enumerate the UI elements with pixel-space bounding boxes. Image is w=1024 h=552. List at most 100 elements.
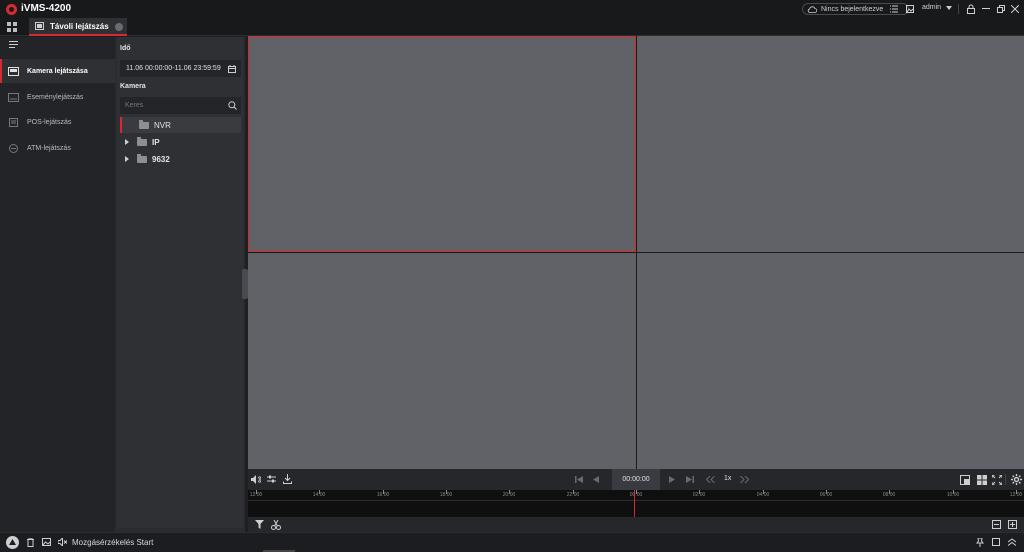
folder-icon (137, 136, 147, 146)
layout-grid-icon[interactable] (977, 475, 987, 485)
timeline-tick-label: 12:00 (1009, 492, 1023, 498)
timeline-controls (248, 517, 1024, 532)
menu-icon[interactable] (9, 41, 18, 48)
video-grid (248, 36, 1024, 469)
close-icon[interactable] (1011, 5, 1019, 13)
timeline-track-divider (248, 500, 1024, 501)
timeline-tick-label: 02:00 (692, 492, 706, 498)
tab-close-icon[interactable] (115, 23, 123, 31)
slow-down-icon[interactable] (706, 476, 715, 483)
window-close-all-icon[interactable] (960, 475, 970, 485)
time-range-value: 11.06 00:00:00-11.06 23:59:59 (126, 65, 221, 72)
nav-item-pos-playback[interactable]: POS-lejátszás (0, 110, 115, 134)
download-icon[interactable] (283, 474, 292, 484)
app-title: iVMS-4200 (21, 3, 72, 14)
adjust-icon[interactable] (267, 475, 276, 484)
playback-time: 00:00:00 (622, 476, 650, 483)
divider (1005, 474, 1006, 485)
timeline-ruler: 12:00 14:00 16:00 18:00 20:00 22:00 00:00 02:00… (248, 490, 1024, 500)
tree-node-9632[interactable]: 9632 (120, 151, 241, 167)
left-navigation: Kamera lejátszása Eseménylejátszás POS-l… (0, 37, 115, 532)
atm-playback-icon (9, 143, 18, 153)
trash-icon[interactable] (27, 538, 34, 547)
tree-node-label: IP (152, 137, 160, 147)
status-bar: Mozgásérzékelés Start (0, 532, 1024, 552)
tab-label: Távoli lejátszás (50, 21, 109, 31)
time-section-label: Idő (120, 45, 131, 52)
filter-icon[interactable] (255, 520, 264, 529)
timeline-tick-label: 16:00 (376, 492, 390, 498)
nav-item-event-playback[interactable]: Eseménylejátszás (0, 85, 115, 109)
calendar-icon[interactable] (228, 65, 236, 73)
playback-toolbar: 00:00:00 1x (248, 469, 1024, 490)
camera-search-input[interactable] (120, 97, 241, 114)
nav-item-camera-playback[interactable]: Kamera lejátszása (0, 59, 115, 83)
video-window-1[interactable] (248, 36, 636, 252)
timeline-tick-label: 00:00 (629, 492, 643, 498)
image-icon[interactable] (906, 5, 914, 13)
fullscreen-icon[interactable] (992, 475, 1002, 485)
timeline-cursor[interactable] (634, 490, 635, 517)
video-window-2[interactable] (637, 36, 1024, 252)
zoom-in-icon[interactable] (1008, 520, 1017, 529)
zoom-out-icon[interactable] (992, 520, 1001, 529)
search-input-field[interactable] (125, 100, 225, 111)
user-name: admin (922, 4, 942, 11)
tab-bar: Távoli lejátszás (0, 18, 1024, 36)
tree-node-label: 9632 (152, 154, 170, 164)
time-range-field[interactable]: 11.06 00:00:00-11.06 23:59:59 (120, 60, 241, 77)
camera-section-label: Kamera (120, 83, 146, 90)
tree-node-ip[interactable]: IP (120, 134, 241, 150)
video-window-3[interactable] (248, 253, 636, 469)
timeline-tick-label: 20:00 (502, 492, 516, 498)
app-logo-icon (6, 4, 17, 15)
folder-icon (137, 153, 147, 163)
tree-node-label: NVR (154, 120, 171, 130)
sound-muted-icon[interactable] (58, 538, 67, 546)
lock-icon[interactable] (967, 4, 975, 14)
playback-time-display: 00:00:00 (612, 469, 660, 490)
pos-playback-icon (9, 117, 18, 127)
maximize-panel-icon[interactable] (992, 538, 1000, 546)
nav-item-label: ATM-lejátszás (27, 144, 71, 152)
timeline-tick-label: 10:00 (946, 492, 960, 498)
timeline-tick-label: 04:00 (756, 492, 770, 498)
user-menu[interactable]: admin (922, 4, 953, 11)
list-icon[interactable] (890, 5, 898, 13)
minimize-icon[interactable] (982, 8, 990, 10)
clip-scissors-icon[interactable] (271, 520, 281, 530)
home-grid-icon[interactable] (7, 22, 17, 32)
volume-icon[interactable] (251, 475, 261, 484)
single-frame-icon[interactable] (686, 476, 694, 483)
speed-up-icon[interactable] (740, 476, 749, 483)
timeline-tick-label: 14:00 (312, 492, 326, 498)
cloud-status-text: Nincs bejelentkezve (821, 5, 884, 13)
expand-arrow-icon[interactable] (125, 139, 130, 145)
alarm-warning-icon[interactable] (6, 536, 19, 549)
settings-gear-icon[interactable] (1011, 474, 1022, 485)
picture-icon[interactable] (42, 538, 51, 546)
status-message: Mozgásérzékelés Start (72, 538, 154, 547)
timeline-tick-label: 18:00 (439, 492, 453, 498)
timeline[interactable]: 12:00 14:00 16:00 18:00 20:00 22:00 00:00 02:00… (248, 490, 1024, 517)
search-icon[interactable] (228, 101, 237, 110)
timeline-tick-label: 08:00 (882, 492, 896, 498)
restore-icon[interactable] (997, 5, 1005, 13)
chevron-down-icon (946, 5, 953, 10)
nav-item-label: Kamera lejátszása (27, 67, 88, 75)
playback-tab-icon (35, 22, 44, 30)
camera-playback-icon (8, 66, 19, 76)
nav-item-label: Eseménylejátszás (27, 93, 84, 101)
video-window-4[interactable] (637, 253, 1024, 469)
stop-all-icon[interactable] (575, 476, 583, 483)
play-icon[interactable] (669, 476, 675, 483)
nav-item-label: POS-lejátszás (27, 118, 72, 126)
timeline-tick-label: 22:00 (566, 492, 580, 498)
expand-arrow-icon[interactable] (125, 156, 130, 162)
tree-node-nvr[interactable]: NVR (120, 117, 241, 133)
nav-item-atm-playback[interactable]: ATM-lejátszás (0, 136, 115, 160)
reverse-play-icon[interactable] (593, 476, 599, 483)
pin-icon[interactable] (976, 538, 984, 547)
chevron-up-icon[interactable] (1008, 538, 1016, 546)
tab-remote-playback[interactable]: Távoli lejátszás (29, 18, 127, 36)
